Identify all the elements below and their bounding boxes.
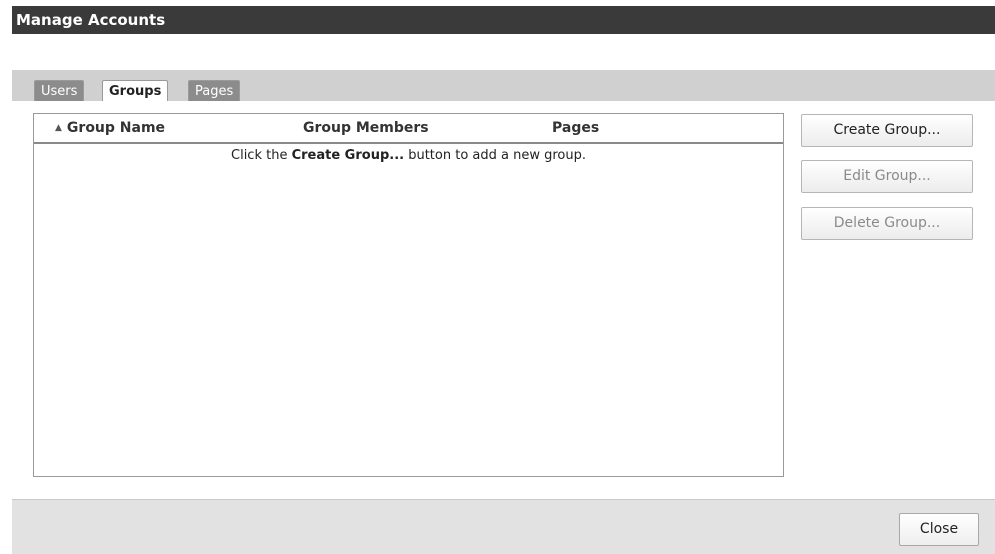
column-header-label: Group Name xyxy=(66,120,166,136)
window-title-bar: Manage Accounts xyxy=(12,6,995,34)
tab-strip: Users Groups Pages xyxy=(12,70,995,102)
empty-message-prefix: Click the xyxy=(231,148,292,163)
tab-users[interactable]: Users xyxy=(34,80,85,101)
empty-message-emphasis: Create Group... xyxy=(291,148,405,163)
sort-ascending-icon: ▲ xyxy=(55,123,62,133)
window-title: Manage Accounts xyxy=(16,11,166,29)
column-header-group-name[interactable]: ▲ Group Name xyxy=(55,120,165,136)
column-header-label: Group Members xyxy=(303,120,429,136)
grid-header: ▲ Group Name Group Members Pages xyxy=(34,114,783,144)
empty-message-suffix: button to add a new group. xyxy=(404,148,586,163)
tab-groups[interactable]: Groups xyxy=(102,80,169,102)
edit-group-button[interactable]: Edit Group... xyxy=(801,160,973,193)
tab-pages[interactable]: Pages xyxy=(188,80,241,101)
empty-grid-message: Click the Create Group... button to add … xyxy=(34,148,783,163)
groups-grid: ▲ Group Name Group Members Pages Click th… xyxy=(33,113,784,477)
dialog-footer xyxy=(12,499,995,554)
column-header-label: Pages xyxy=(552,120,600,136)
create-group-button[interactable]: Create Group... xyxy=(801,114,973,147)
delete-group-button[interactable]: Delete Group... xyxy=(801,207,973,240)
column-header-pages[interactable]: Pages xyxy=(552,120,599,136)
close-button[interactable]: Close xyxy=(899,513,979,546)
column-header-group-members[interactable]: Group Members xyxy=(303,120,429,136)
